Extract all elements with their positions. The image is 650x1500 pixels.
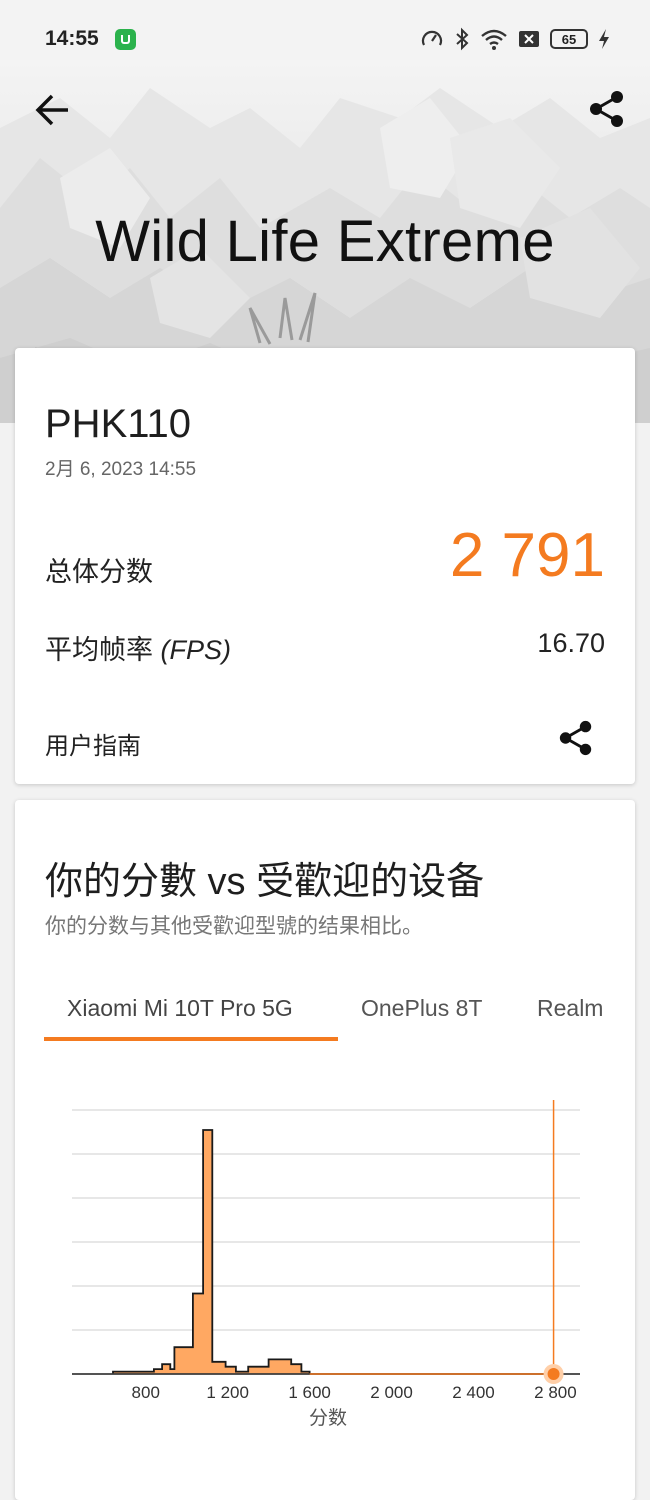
your-score-marker — [547, 1368, 560, 1380]
overall-score-value: 2 791 — [449, 521, 605, 590]
device-name: PHK110 — [45, 402, 192, 446]
histogram-svg: 800 1 200 1 600 2 000 2 400 2 800 分数 — [72, 1100, 580, 1429]
fps-unit: (FPS) — [160, 635, 232, 665]
status-icons: 65 — [420, 25, 610, 53]
status-bar: 14:55 65 — [0, 0, 650, 60]
active-tab-indicator — [44, 1037, 338, 1041]
x-axis-label: 分数 — [309, 1407, 347, 1429]
tab-realme[interactable]: Realm — [537, 995, 603, 1022]
status-time: 14:55 — [45, 27, 99, 50]
app-notification-icon — [115, 29, 136, 50]
run-date: 2月 6, 2023 14:55 — [45, 459, 197, 480]
speedometer-icon — [420, 27, 444, 51]
result-card: PHK110 2月 6, 2023 14:55 总体分数 2 791 平均帧率 … — [15, 348, 635, 784]
share-button[interactable] — [587, 89, 627, 129]
x-tick-label: 800 — [132, 1383, 160, 1402]
close-box-icon — [518, 29, 540, 49]
device-tabs: Xiaomi Mi 10T Pro 5G OnePlus 8T Realm — [30, 975, 620, 1045]
x-tick-label: 1 600 — [288, 1383, 331, 1402]
comparison-card: 你的分數 vs 受歡迎的设备 你的分数与其他受歡迎型號的结果相比。 Xiaomi… — [15, 800, 635, 1500]
x-tick-label: 2 000 — [370, 1383, 413, 1402]
fps-label-text: 平均帧率 — [45, 635, 153, 665]
battery-indicator: 65 — [550, 29, 588, 49]
x-tick-label: 1 200 — [206, 1383, 249, 1402]
overall-score-label: 总体分数 — [45, 557, 153, 587]
fps-value: 16.70 — [537, 628, 605, 658]
fps-label: 平均帧率 (FPS) — [45, 628, 231, 667]
x-tick-label: 2 800 — [534, 1383, 577, 1402]
page-title: Wild Life Extreme — [95, 209, 555, 274]
charging-icon — [598, 28, 610, 50]
back-button[interactable] — [32, 92, 72, 128]
comparison-subtitle: 你的分数与其他受歡迎型號的结果相比。 — [45, 915, 423, 938]
wifi-icon — [480, 27, 508, 51]
share-icon — [559, 720, 592, 756]
x-tick-label: 2 400 — [452, 1383, 495, 1402]
share-icon — [590, 91, 623, 127]
user-guide-label[interactable]: 用户指南 — [45, 726, 141, 761]
bluetooth-icon — [454, 27, 470, 51]
tab-xiaomi-mi-10t-pro-5g[interactable]: Xiaomi Mi 10T Pro 5G — [67, 995, 293, 1022]
score-distribution-chart: 800 1 200 1 600 2 000 2 400 2 800 分数 — [15, 1085, 635, 1445]
tab-oneplus-8t[interactable]: OnePlus 8T — [361, 995, 482, 1022]
histogram-area — [72, 1129, 580, 1375]
comparison-title: 你的分數 vs 受歡迎的设备 — [45, 861, 485, 903]
user-guide-share-button[interactable] — [557, 718, 595, 758]
arrow-left-icon — [35, 94, 68, 126]
